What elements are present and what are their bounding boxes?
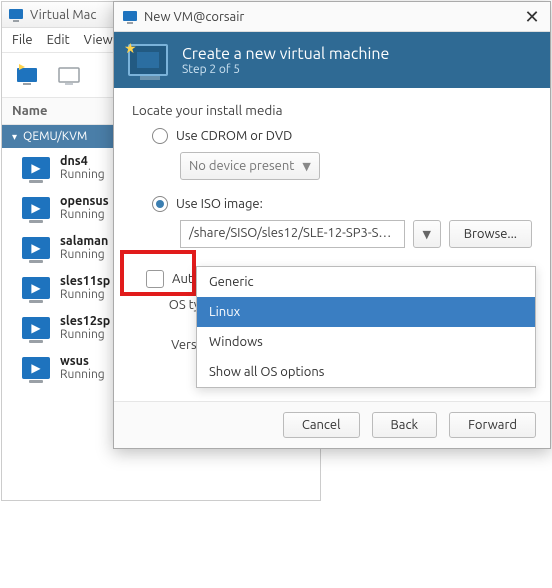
os-option-show-all[interactable]: Show all OS options [197,357,535,387]
vm-thumb-icon: ▶ [22,157,50,179]
dialog-titlebar: New VM@corsair ✕ [114,2,550,32]
vm-status: Running [60,368,105,382]
vm-name: dns4 [60,154,105,168]
cancel-button[interactable]: Cancel [283,412,360,438]
section-label: Locate your install media [132,102,532,118]
connection-label: QEMU/KVM [23,130,87,143]
vm-thumb-icon: ▶ [22,357,50,379]
vm-thumb-icon: ▶ [22,197,50,219]
menu-view[interactable]: View [84,33,113,47]
vm-thumb-icon: ▶ [22,277,50,299]
vm-thumb-icon: ▶ [22,317,50,339]
option-cdrom[interactable]: Use CDROM or DVD [152,128,532,144]
app-icon [8,7,24,23]
os-option-linux[interactable]: Linux [197,297,535,327]
vm-name: opensus [60,194,109,208]
vm-name: salaman [60,234,108,248]
radio-icon [152,128,168,144]
vm-thumb-icon: ▶ [22,237,50,259]
dialog-footer: Cancel Back Forward [114,401,550,448]
close-icon[interactable]: ✕ [522,8,542,26]
back-button[interactable]: Back [372,412,438,438]
menu-edit[interactable]: Edit [47,33,70,47]
vm-status: Running [60,288,110,302]
vm-status: Running [60,328,110,342]
dialog-icon [122,9,138,25]
expand-icon: ▾ [12,131,17,143]
option-cdrom-label: Use CDROM or DVD [176,129,292,143]
wizard-icon: ★ [128,44,168,76]
cdrom-device-value: No device present [189,159,294,173]
option-iso[interactable]: Use ISO image: [152,196,532,212]
new-vm-button[interactable] [12,61,44,89]
vm-status: Running [60,208,109,222]
chevron-down-icon: ▼ [302,160,310,173]
dialog-title: New VM@corsair [144,10,244,24]
dialog-body: Locate your install media Use CDROM or D… [114,88,550,401]
open-vm-button[interactable] [54,61,86,89]
autodetect-checkbox[interactable] [146,270,164,288]
dialog-header: ★ Create a new virtual machine Step 2 of… [114,32,550,88]
os-type-dropdown: Generic Linux Windows Show all OS option… [196,266,536,388]
browse-button[interactable]: Browse... [449,220,532,248]
window-title: Virtual Mac [30,8,96,22]
forward-button[interactable]: Forward [449,412,536,438]
iso-path-dropdown[interactable]: ▼ [413,220,441,248]
option-iso-label: Use ISO image: [176,197,263,211]
cdrom-device-combo[interactable]: No device present ▼ [180,152,320,180]
os-option-windows[interactable]: Windows [197,327,535,357]
vm-name: sles11sp [60,274,110,288]
vm-name: sles12sp [60,314,110,328]
vm-name: wsus [60,354,105,368]
radio-icon [152,196,168,212]
new-vm-dialog: New VM@corsair ✕ ★ Create a new virtual … [113,1,551,449]
wizard-title: Create a new virtual machine [182,45,389,63]
wizard-step: Step 2 of 5 [182,63,389,76]
menu-file[interactable]: File [12,33,33,47]
vm-status: Running [60,248,108,262]
os-option-generic[interactable]: Generic [197,267,535,297]
vm-status: Running [60,168,105,182]
iso-path-input[interactable]: /share/SISO/sles12/SLE-12-SP3-Server-D [180,220,405,248]
